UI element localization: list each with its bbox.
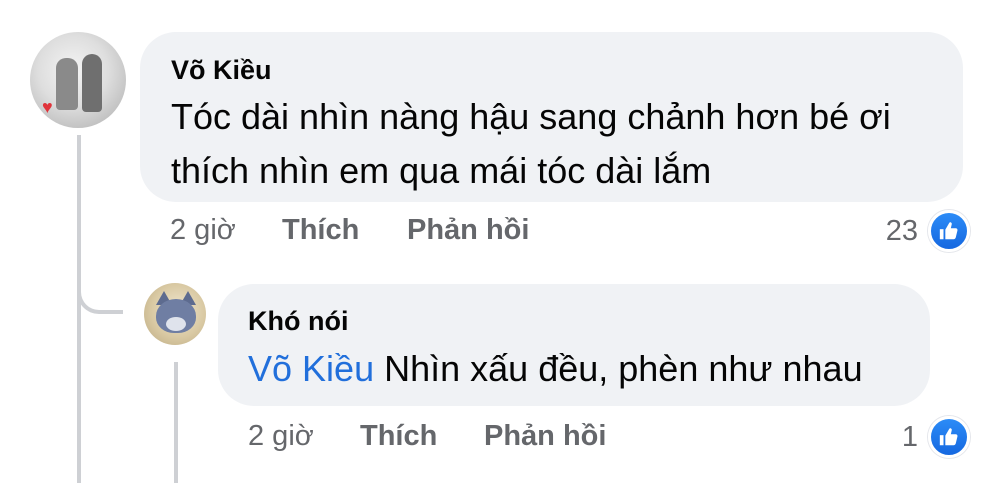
heart-icon: ♥ xyxy=(42,97,53,117)
reply-button[interactable]: Phản hồi xyxy=(407,214,529,247)
commenter-avatar[interactable]: ♥ xyxy=(30,32,126,128)
reply-text: Võ Kiều Nhìn xấu đều, phèn như nhau xyxy=(248,342,863,396)
reply-timestamp[interactable]: 2 giờ xyxy=(248,420,314,453)
reply-text-body: Nhìn xấu đều, phèn như nhau xyxy=(384,348,863,389)
avatar-photo-figure xyxy=(56,58,78,110)
thumbs-up-icon xyxy=(928,416,970,458)
reply-connector-line xyxy=(174,362,178,483)
comment-text-line: thích nhìn em qua mái tóc dài lắm xyxy=(171,150,712,191)
comment-timestamp[interactable]: 2 giờ xyxy=(170,214,236,247)
reaction-summary[interactable]: 23 xyxy=(886,210,970,252)
reply-author-name[interactable]: Khó nói xyxy=(248,306,348,337)
like-button[interactable]: Thích xyxy=(282,214,359,247)
thread-branch-curve xyxy=(77,268,123,314)
comment-text: Tóc dài nhìn nàng hậu sang chảnh hơn bé … xyxy=(171,90,891,198)
avatar-photo-figure xyxy=(82,54,102,112)
comment-thread: ♥ Võ Kiều Tóc dài nhìn nàng hậu sang chả… xyxy=(0,0,1000,483)
reaction-count: 1 xyxy=(901,420,918,453)
reaction-summary[interactable]: 1 xyxy=(902,416,970,458)
reply-bubble: Khó nói Võ Kiều Nhìn xấu đều, phèn như n… xyxy=(218,284,930,406)
comment-text-line: Tóc dài nhìn nàng hậu sang chảnh hơn bé … xyxy=(171,96,891,137)
reply-button[interactable]: Phản hồi xyxy=(484,420,606,453)
comment-bubble: Võ Kiều Tóc dài nhìn nàng hậu sang chảnh… xyxy=(140,32,963,202)
replier-avatar[interactable] xyxy=(144,283,206,345)
like-button[interactable]: Thích xyxy=(360,420,437,453)
thread-connector-line xyxy=(77,135,81,483)
thumbs-up-icon xyxy=(928,210,970,252)
reaction-count: 23 xyxy=(885,214,918,247)
comment-author-name[interactable]: Võ Kiều xyxy=(171,55,272,86)
avatar-cat-muzzle xyxy=(166,317,186,331)
mention-link[interactable]: Võ Kiều xyxy=(248,348,374,389)
